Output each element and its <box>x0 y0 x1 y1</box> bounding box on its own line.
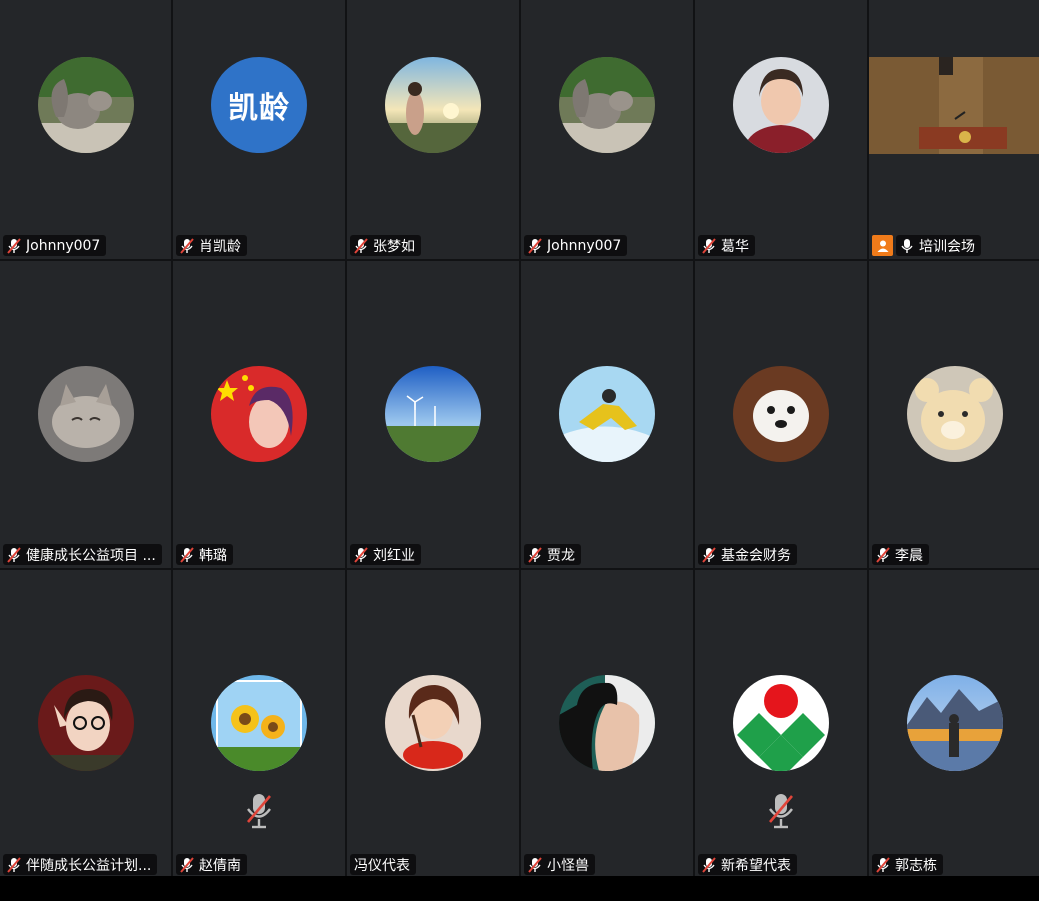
participant-tile[interactable]: 新希望代表 <box>695 570 867 878</box>
participant-name-tag: 培训会场 <box>896 235 981 256</box>
participant-tile[interactable]: 凯龄 肖凯龄 <box>173 0 345 259</box>
participant-tile[interactable]: 小怪兽 <box>521 570 693 878</box>
participant-avatar <box>211 366 307 462</box>
muted-mic-icon <box>354 237 368 254</box>
participant-tile[interactable]: 韩璐 <box>173 261 345 568</box>
host-badge-icon <box>872 235 893 256</box>
participant-tile[interactable]: Johnny007 <box>521 0 693 259</box>
participant-name-tag: 伴随成长公益计划... <box>3 854 158 875</box>
muted-mic-icon <box>767 792 795 830</box>
participant-tile[interactable]: 李晨 <box>869 261 1039 568</box>
participant-tile[interactable]: 基金会财务 <box>695 261 867 568</box>
participant-name-tag: 张梦如 <box>350 235 421 256</box>
participant-name: 小怪兽 <box>547 857 589 874</box>
participant-name: 李晨 <box>895 547 923 564</box>
participant-avatar <box>907 675 1003 771</box>
participant-name: 刘红业 <box>373 547 415 564</box>
muted-mic-icon <box>528 237 542 254</box>
participant-name-tag: Johnny007 <box>3 235 107 256</box>
muted-mic-icon <box>702 546 716 563</box>
muted-mic-icon <box>876 856 890 873</box>
participant-avatar <box>37 366 134 462</box>
participant-avatar <box>559 366 655 462</box>
participant-tile[interactable]: 张梦如 <box>347 0 519 259</box>
muted-mic-icon <box>702 856 716 873</box>
participant-avatar <box>37 675 134 771</box>
participant-name-tag: 赵倩南 <box>176 854 247 875</box>
participant-avatar <box>385 675 481 771</box>
participant-name-tag: 冯仪代表 <box>350 854 416 875</box>
bottom-bar <box>0 876 1039 901</box>
participant-name: Johnny007 <box>547 237 622 254</box>
participant-name-tag: 贾龙 <box>524 544 581 565</box>
muted-mic-icon <box>528 546 542 563</box>
participant-name: 张梦如 <box>373 238 415 255</box>
participant-name: 健康成长公益项目 ... <box>26 547 156 564</box>
participant-tile[interactable]: 刘红业 <box>347 261 519 568</box>
participant-video <box>869 57 1039 154</box>
participant-tile[interactable]: 赵倩南 <box>173 570 345 878</box>
participant-grid: Johnny007 凯龄 肖凯龄 张梦如 Johnny007 葛华 培训会场 健… <box>0 0 1039 878</box>
muted-mic-icon <box>528 856 542 873</box>
participant-avatar <box>559 675 655 771</box>
participant-name: 葛华 <box>721 238 749 255</box>
participant-name: 郭志栋 <box>895 857 937 874</box>
participant-avatar <box>385 57 481 153</box>
participant-tile[interactable]: 郭志栋 <box>869 570 1039 878</box>
muted-mic-icon <box>7 856 21 873</box>
participant-avatar <box>907 366 1003 462</box>
muted-mic-icon <box>180 237 194 254</box>
participant-avatar <box>733 366 829 462</box>
participant-name: 冯仪代表 <box>354 857 410 874</box>
participant-name-tag: 郭志栋 <box>872 854 943 875</box>
mic-icon <box>900 238 914 254</box>
muted-mic-icon <box>7 237 21 254</box>
participant-name: 伴随成长公益计划... <box>26 857 152 874</box>
participant-name-tag: 葛华 <box>698 235 755 256</box>
muted-mic-icon <box>180 546 194 563</box>
muted-mic-icon <box>354 546 368 563</box>
participant-tile[interactable]: 培训会场 <box>869 0 1039 259</box>
participant-avatar <box>385 366 481 462</box>
participant-tile[interactable]: 葛华 <box>695 0 867 259</box>
participant-name-tag: Johnny007 <box>524 235 628 256</box>
participant-avatar: 凯龄 <box>211 57 307 153</box>
participant-name-tag: 韩璐 <box>176 544 233 565</box>
participant-name: 肖凯龄 <box>199 238 241 255</box>
participant-avatar <box>559 57 655 153</box>
muted-mic-icon <box>180 856 194 873</box>
participant-name-tag: 李晨 <box>872 544 929 565</box>
participant-name: 贾龙 <box>547 547 575 564</box>
participant-tile[interactable]: 冯仪代表 <box>347 570 519 878</box>
participant-name: 赵倩南 <box>199 857 241 874</box>
participant-name-tag: 基金会财务 <box>698 544 797 565</box>
participant-avatar <box>733 57 829 153</box>
participant-avatar <box>211 675 307 771</box>
muted-mic-icon <box>245 792 273 830</box>
muted-mic-icon <box>702 237 716 254</box>
muted-mic-icon <box>7 546 21 563</box>
participant-avatar <box>733 675 829 771</box>
participant-name-tag: 小怪兽 <box>524 854 595 875</box>
participant-name-tag: 健康成长公益项目 ... <box>3 544 162 565</box>
participant-name-tag: 肖凯龄 <box>176 235 247 256</box>
participant-tile[interactable]: 贾龙 <box>521 261 693 568</box>
participant-name: Johnny007 <box>26 237 101 254</box>
participant-tile[interactable]: 健康成长公益项目 ... <box>0 261 171 568</box>
participant-name: 基金会财务 <box>721 547 791 564</box>
participant-tile[interactable]: 伴随成长公益计划... <box>0 570 171 878</box>
participant-name: 培训会场 <box>919 238 975 255</box>
participant-name: 韩璐 <box>199 547 227 564</box>
participant-name: 新希望代表 <box>721 857 791 874</box>
participant-name-tag: 刘红业 <box>350 544 421 565</box>
muted-mic-icon <box>876 546 890 563</box>
participant-tile[interactable]: Johnny007 <box>0 0 171 259</box>
participant-avatar <box>37 57 134 153</box>
participant-name-tag: 新希望代表 <box>698 854 797 875</box>
